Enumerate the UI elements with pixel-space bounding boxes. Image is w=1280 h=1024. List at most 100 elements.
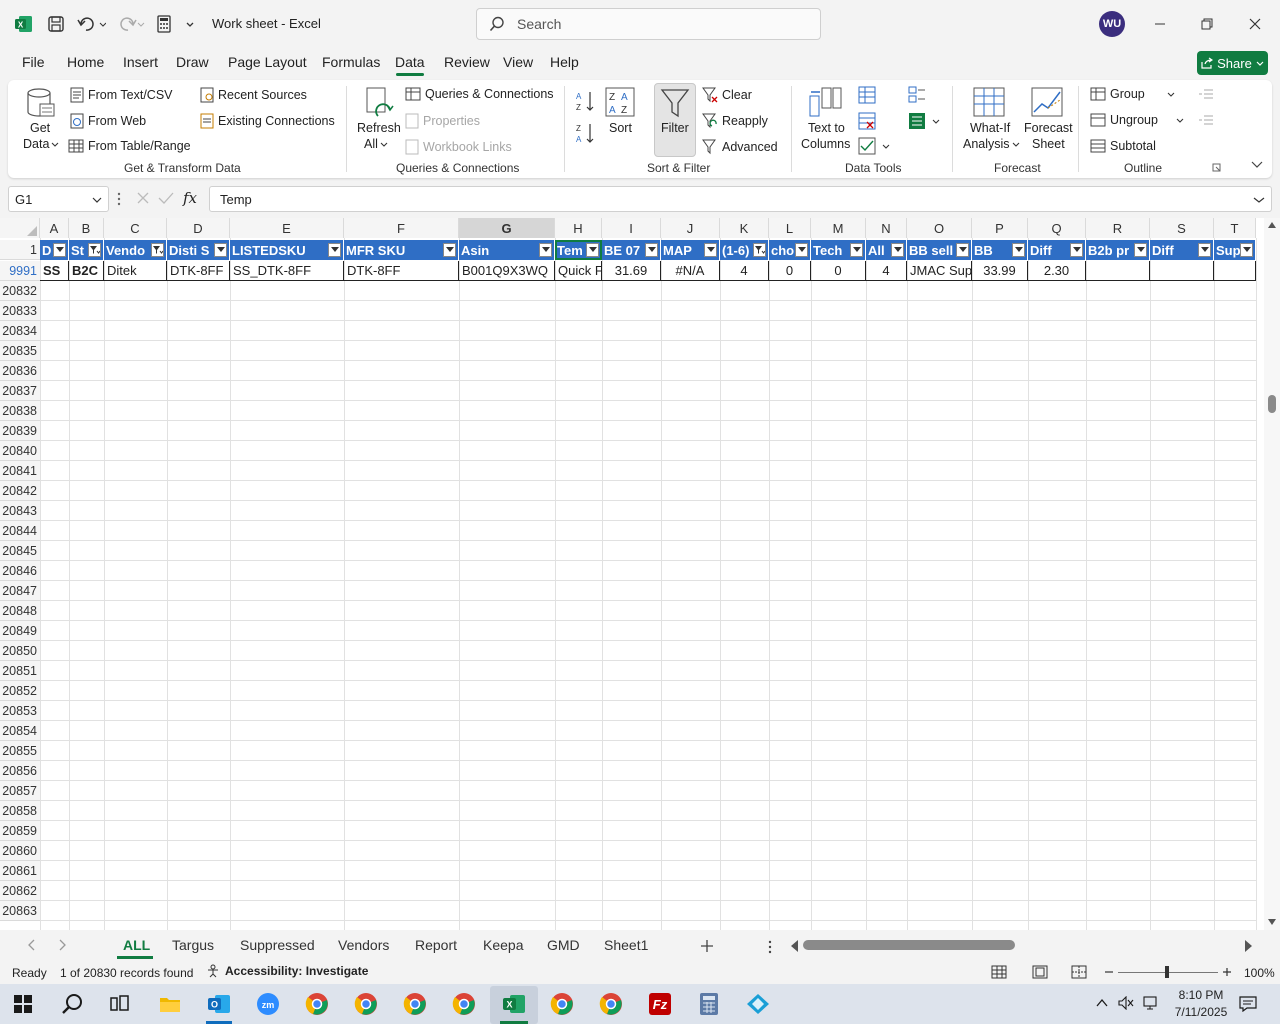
filter-dropdown-icon[interactable]: [214, 243, 227, 257]
filter-applied-icon[interactable]: [151, 243, 164, 257]
table-header-cell[interactable]: MAP: [661, 240, 720, 260]
normal-view-icon[interactable]: [991, 965, 1007, 979]
undo-icon[interactable]: [74, 12, 108, 36]
horizontal-scroll-thumb[interactable]: [803, 940, 1015, 950]
row-header[interactable]: 20847: [0, 581, 40, 601]
row-header[interactable]: 20838: [0, 401, 40, 421]
filter-dropdown-icon[interactable]: [704, 243, 717, 257]
chrome-profile-icon[interactable]: [596, 990, 626, 1018]
restore-button[interactable]: [1184, 8, 1230, 40]
filter-dropdown-icon[interactable]: [1070, 243, 1083, 257]
more-options-icon[interactable]: [117, 191, 121, 207]
row-header[interactable]: 20835: [0, 341, 40, 361]
tab-page-layout[interactable]: Page Layout: [228, 54, 307, 70]
row-header[interactable]: 20854: [0, 721, 40, 741]
text-to-columns-button[interactable]: Columns: [801, 137, 850, 151]
table-cell[interactable]: Ditek: [104, 261, 167, 281]
table-header-cell[interactable]: BB: [972, 240, 1028, 260]
get-data-button[interactable]: Data: [23, 137, 59, 151]
table-header-cell[interactable]: LISTEDSKU: [230, 240, 344, 260]
page-layout-view-icon[interactable]: [1032, 965, 1048, 979]
clear-filter-button[interactable]: Clear: [702, 87, 752, 103]
tab-data[interactable]: Data: [395, 54, 425, 70]
row-header[interactable]: 20837: [0, 381, 40, 401]
filter-dropdown-icon[interactable]: [850, 243, 863, 257]
table-cell[interactable]: DTK-8FF: [344, 261, 459, 281]
outlook-icon[interactable]: O: [204, 990, 234, 1018]
from-table-range-button[interactable]: From Table/Range: [68, 139, 191, 153]
collapse-ribbon-icon[interactable]: [1251, 159, 1263, 169]
text-to-columns-label[interactable]: Text to: [808, 121, 845, 135]
forecast-sheet-label[interactable]: Forecast: [1024, 121, 1073, 135]
row-header[interactable]: 20861: [0, 861, 40, 881]
task-view-icon[interactable]: [105, 990, 135, 1018]
row-header[interactable]: 20857: [0, 781, 40, 801]
filter-dropdown-icon[interactable]: [1012, 243, 1025, 257]
row-header[interactable]: 20833: [0, 301, 40, 321]
group-button[interactable]: Group: [1090, 87, 1175, 101]
table-header-cell[interactable]: Asin: [459, 240, 555, 260]
table-cell[interactable]: 4: [866, 261, 907, 281]
filter-dropdown-icon[interactable]: [328, 243, 341, 257]
row-header[interactable]: 20832: [0, 281, 40, 301]
cancel-entry-icon[interactable]: [136, 191, 150, 205]
column-header-o[interactable]: O: [907, 218, 972, 238]
avatar[interactable]: WU: [1099, 11, 1125, 37]
column-header-d[interactable]: D: [167, 218, 230, 238]
column-header-h[interactable]: H: [555, 218, 602, 238]
table-cell[interactable]: 33.99: [972, 261, 1028, 281]
advanced-filter-button[interactable]: Advanced: [702, 139, 778, 155]
table-header-cell[interactable]: B2b pr: [1086, 240, 1150, 260]
table-header-cell[interactable]: Vendo: [104, 240, 167, 260]
what-if-label[interactable]: What-If: [970, 121, 1010, 135]
column-header-c[interactable]: C: [104, 218, 167, 238]
get-data-label[interactable]: Get: [30, 121, 50, 135]
forecast-sheet-button[interactable]: Sheet: [1032, 137, 1065, 151]
search-box[interactable]: Search: [476, 8, 821, 40]
minimize-button[interactable]: [1137, 8, 1183, 40]
column-header-p[interactable]: P: [972, 218, 1028, 238]
scroll-up-icon[interactable]: [1268, 222, 1276, 228]
scroll-left-icon[interactable]: [790, 940, 798, 952]
subtotal-button[interactable]: Subtotal: [1090, 139, 1156, 153]
volume-muted-icon[interactable]: [1118, 996, 1134, 1010]
excel-taskbar-icon[interactable]: X: [499, 990, 529, 1018]
table-cell[interactable]: [1086, 261, 1150, 281]
select-all-corner[interactable]: [0, 218, 40, 238]
notifications-icon[interactable]: [1239, 996, 1257, 1012]
table-header-cell[interactable]: MFR SKU: [344, 240, 459, 260]
zoom-out-icon[interactable]: [1104, 967, 1114, 977]
existing-connections-button[interactable]: Existing Connections: [200, 113, 335, 129]
table-cell[interactable]: 0: [769, 261, 811, 281]
from-text-csv-button[interactable]: From Text/CSV: [70, 87, 173, 103]
column-header-t[interactable]: T: [1214, 218, 1256, 238]
consolidate-icon[interactable]: [908, 86, 926, 104]
table-header-cell[interactable]: BE 07: [602, 240, 661, 260]
close-button[interactable]: [1232, 8, 1278, 40]
prev-sheet-icon[interactable]: [26, 939, 36, 951]
table-header-cell[interactable]: D: [40, 240, 69, 260]
column-header-i[interactable]: I: [602, 218, 661, 238]
row-header[interactable]: 20844: [0, 521, 40, 541]
column-header-n[interactable]: N: [866, 218, 907, 238]
table-cell[interactable]: Quick F: [555, 261, 602, 281]
filter-dropdown-icon[interactable]: [539, 243, 552, 257]
sheet-tab-report[interactable]: Report: [415, 937, 457, 953]
row-header[interactable]: 9991: [0, 261, 40, 281]
table-cell[interactable]: JMAC Sup: [907, 261, 972, 281]
row-header[interactable]: 20842: [0, 481, 40, 501]
zoom-level[interactable]: 100%: [1244, 966, 1275, 980]
table-header-cell[interactable]: Diff: [1028, 240, 1086, 260]
tab-review[interactable]: Review: [444, 54, 490, 70]
zoom-slider-thumb[interactable]: [1165, 966, 1169, 978]
row-header[interactable]: 20853: [0, 701, 40, 721]
table-header-cell[interactable]: cho: [769, 240, 811, 260]
workbook-links-button[interactable]: Workbook Links: [405, 139, 512, 155]
chrome-icon[interactable]: [302, 990, 332, 1018]
network-icon[interactable]: [1143, 996, 1161, 1010]
tab-insert[interactable]: Insert: [123, 54, 158, 70]
filter-dropdown-icon[interactable]: [586, 243, 599, 257]
table-header-cell[interactable]: Tech: [811, 240, 866, 260]
reapply-button[interactable]: Reapply: [702, 113, 768, 129]
table-cell[interactable]: 0: [811, 261, 866, 281]
